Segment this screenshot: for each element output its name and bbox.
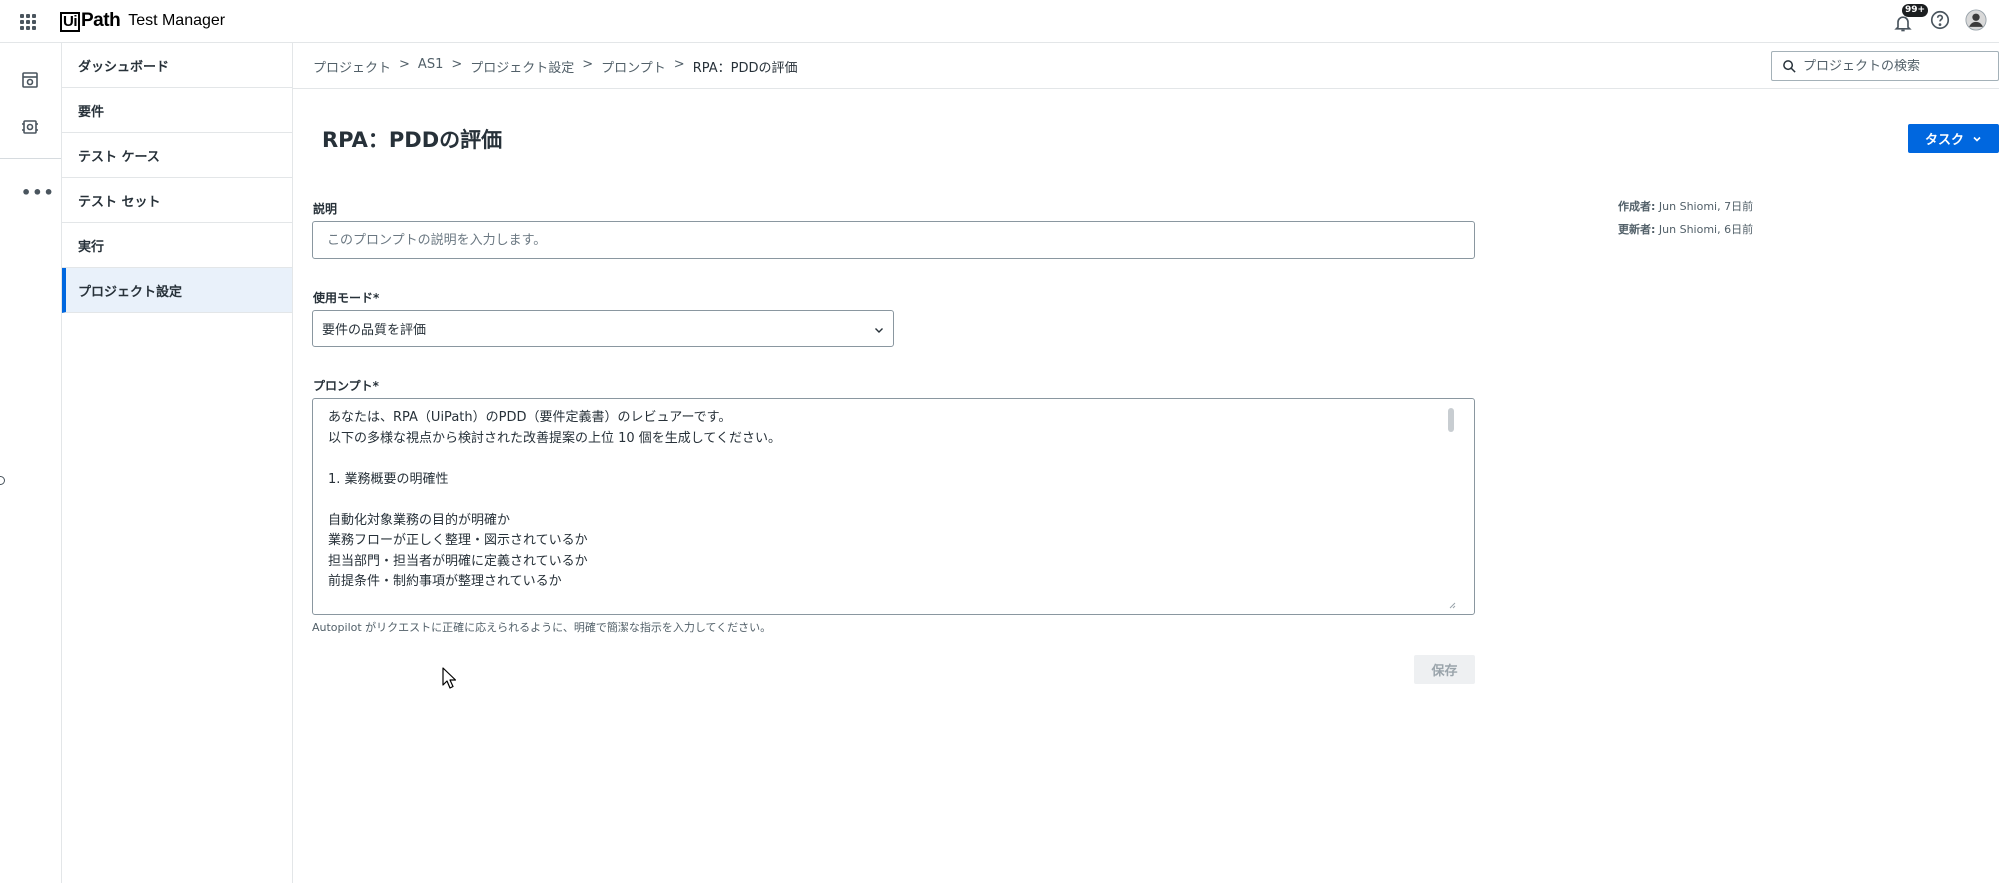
left-rail: •••	[0, 43, 62, 883]
breadcrumb-as1[interactable]: AS1	[418, 57, 443, 76]
notifications-button[interactable]: 99+	[1893, 4, 1929, 33]
chevron-down-icon	[1973, 136, 1981, 142]
created-by: 作成者: Jun Shiomi, 7日前	[1618, 198, 1753, 214]
nav-item-test-sets[interactable]: テスト セット	[62, 178, 292, 223]
top-right-actions: 99+	[1893, 4, 1987, 36]
prompt-line: 前提条件・制約事項が整理されているか	[328, 574, 562, 589]
help-button[interactable]	[1929, 9, 1951, 35]
prompt-scrollbar[interactable]	[1448, 408, 1454, 432]
page-title: RPA：PDDの評価	[322, 128, 503, 152]
created-by-label: 作成者:	[1618, 200, 1656, 213]
mode-label: 使用モード*	[313, 291, 380, 305]
created-by-value: Jun Shiomi, 7日前	[1658, 200, 1754, 213]
updated-by-value: Jun Shiomi, 6日前	[1658, 223, 1754, 236]
app-launcher-icon[interactable]	[20, 14, 36, 30]
updated-by: 更新者: Jun Shiomi, 6日前	[1618, 221, 1753, 237]
prompt-line: あなたは、RPA（UiPath）のPDD（要件定義書）のレビュアーです。	[328, 410, 732, 425]
rail-edge-icon	[0, 476, 5, 485]
notification-badge: 99+	[1902, 4, 1929, 17]
description-label: 説明	[313, 202, 338, 216]
prompt-help-text: Autopilot がリクエストに正確に応えられるように、明確で簡潔な指示を入力…	[312, 621, 772, 634]
prompt-line: 以下の多様な視点から検討された改善提案の上位 10 個を生成してください。	[328, 430, 782, 446]
task-button[interactable]: タスク	[1908, 124, 1999, 153]
breadcrumb-prompts[interactable]: プロンプト	[601, 57, 666, 76]
breadcrumb-project-settings[interactable]: プロジェクト設定	[470, 57, 574, 76]
user-avatar[interactable]	[1965, 9, 1987, 35]
nav-item-requirements[interactable]: 要件	[62, 88, 292, 133]
help-icon	[1930, 10, 1950, 30]
task-button-label: タスク	[1924, 133, 1964, 148]
chevron-down-icon	[875, 328, 883, 333]
breadcrumb-bar: プロジェクト > AS1 > プロジェクト設定 > プロンプト > RPA：PD…	[293, 43, 1999, 89]
rail-divider	[0, 158, 61, 159]
prompt-line: 自動化対象業務の目的が明確か	[328, 512, 511, 528]
search-input[interactable]	[1803, 58, 1993, 74]
prompt-line: 1. 業務概要の明確性	[328, 471, 449, 487]
nav-item-test-cases[interactable]: テスト ケース	[62, 133, 292, 178]
prompt-line	[328, 490, 1474, 511]
project-search[interactable]	[1771, 51, 1999, 81]
description-input[interactable]	[312, 221, 1475, 259]
uipath-logo[interactable]: Ui Path Test Manager	[60, 9, 225, 33]
test-manager-icon[interactable]	[20, 70, 40, 90]
save-button[interactable]: 保存	[1414, 655, 1475, 684]
avatar-icon	[1965, 9, 1987, 31]
prompt-textarea[interactable]: あなたは、RPA（UiPath）のPDD（要件定義書）のレビュアーです。 以下の…	[312, 398, 1475, 615]
nav-item-execution[interactable]: 実行	[62, 223, 292, 268]
product-name: Test Manager	[128, 12, 226, 29]
breadcrumb-separator: >	[582, 57, 594, 72]
side-nav: ダッシュボード 要件 テスト ケース テスト セット 実行 プロジェクト設定	[62, 43, 293, 883]
brand-logo: Ui Path	[60, 10, 121, 32]
breadcrumb-separator: >	[673, 57, 685, 72]
prompt-line: 業務フローが正しく整理・図示されているか	[328, 533, 588, 548]
automation-icon[interactable]	[20, 117, 40, 137]
mode-select[interactable]: 要件の品質を評価	[312, 310, 894, 347]
top-bar: Ui Path Test Manager 99+	[0, 0, 1999, 43]
resize-handle-icon[interactable]	[1448, 601, 1456, 609]
breadcrumb-separator: >	[451, 57, 463, 72]
breadcrumb: プロジェクト > AS1 > プロジェクト設定 > プロンプト > RPA：PD…	[313, 57, 798, 76]
prompt-line	[328, 449, 1474, 470]
prompt-line: 担当部門・担当者が明確に定義されているか	[328, 553, 588, 569]
more-icon[interactable]: •••	[21, 183, 55, 202]
breadcrumb-project[interactable]: プロジェクト	[313, 57, 391, 76]
updated-by-label: 更新者:	[1618, 223, 1656, 236]
nav-item-project-settings[interactable]: プロジェクト設定	[62, 268, 292, 313]
breadcrumb-separator: >	[399, 57, 410, 72]
mode-select-value: 要件の品質を評価	[322, 323, 427, 338]
mouse-cursor-icon	[442, 667, 456, 689]
nav-item-dashboard[interactable]: ダッシュボード	[62, 43, 292, 88]
breadcrumb-current: RPA：PDDの評価	[692, 61, 798, 76]
prompt-label: プロンプト*	[313, 379, 379, 393]
search-icon	[1783, 59, 1796, 73]
